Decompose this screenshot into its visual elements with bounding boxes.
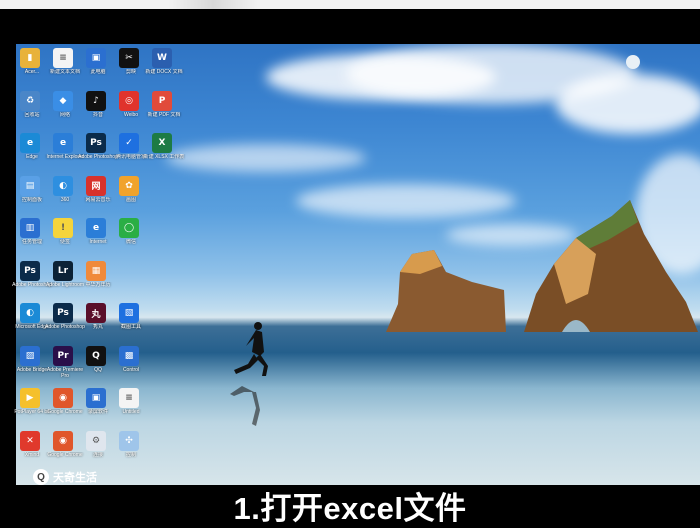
control-panel-icon: ▤ (20, 175, 40, 196)
desktop-icon-label: 新建 XLSX 工作表 (143, 154, 185, 160)
desktop-icon-label: 新建 PDF 文档 (147, 111, 181, 118)
text-file-icon: ≡ (119, 388, 139, 408)
player-icon: ▶ (20, 388, 40, 408)
desktop-icon-label: 新建 DOCX 文档 (145, 69, 183, 75)
wechat-icon: ◯ (119, 218, 139, 238)
desktop-icon[interactable]: ▦ 中华万年历 (76, 259, 120, 301)
douyin-icon: ♪ (86, 90, 106, 111)
edge-icon: ◐ (20, 303, 40, 323)
desktop-icon[interactable]: X 新建 XLSX 工作表 (142, 131, 186, 173)
desktop-icon[interactable]: ✣ 控制 (109, 429, 153, 471)
premiere-icon: Pr (53, 345, 73, 366)
tray-avatar-icon[interactable] (626, 55, 640, 69)
app-icon: ✣ (119, 430, 139, 451)
desktop-icon[interactable]: ≡ Untitled (109, 386, 153, 428)
desktop-icon-label: 画图 (125, 196, 136, 203)
cloud (166, 144, 366, 172)
word-icon: W (152, 48, 172, 68)
monitor-icon: ▥ (20, 218, 40, 238)
desktop-icon[interactable]: ◯ 微信 (109, 216, 153, 258)
network-icon: ◆ (53, 90, 73, 111)
top-sheen (168, 0, 258, 9)
edge-icon: e (20, 133, 40, 153)
weibo-icon: ◎ (119, 90, 139, 111)
snip-icon: ▧ (119, 303, 139, 323)
chrome-icon: ◉ (53, 430, 73, 451)
settings-icon: ▩ (119, 345, 139, 366)
window-top-strip (0, 0, 700, 9)
desktop-icon[interactable]: P 新建 PDF 文档 (142, 89, 186, 131)
search-app-icon: ◐ (53, 175, 73, 196)
desktop-icon-label: Control (122, 366, 140, 373)
document-icon: ≡ (53, 48, 73, 68)
desktop-icon-label: 中华万年历 (85, 281, 111, 288)
capcut-icon: ✂ (119, 48, 139, 68)
cloud (556, 74, 700, 134)
pdf-icon: P (152, 90, 172, 111)
folder-icon: ▮ (20, 48, 40, 68)
security-icon: ✓ (119, 133, 139, 153)
desktop-icon[interactable]: W 新建 DOCX 文档 (142, 46, 186, 88)
recycle-bin-icon: ♻ (20, 90, 40, 111)
desktop-icon[interactable]: ✿ 画图 (109, 174, 153, 216)
qq-icon: Q (86, 345, 106, 366)
paint-icon: ✿ (119, 175, 139, 196)
desktop-icon-label: Untitled (122, 409, 140, 415)
desktop-icon-label: 截图工具 (120, 324, 141, 330)
browser-icon: e (86, 218, 106, 238)
desktop-icon[interactable]: ▧ 截图工具 (109, 301, 153, 343)
step-caption: 1.打开excel文件 (233, 491, 467, 526)
photoshop-icon: Ps (86, 133, 106, 153)
photoshop-icon: Ps (20, 260, 40, 281)
xmind-icon: ✕ (20, 430, 40, 451)
desktop-icon[interactable]: ▩ Control (109, 344, 153, 386)
excel-icon: X (152, 133, 172, 153)
note-icon: ! (53, 218, 73, 238)
runner-silhouette (230, 322, 268, 426)
photoshop-icon: Ps (53, 303, 73, 323)
desktop-icon-label: 微信 (125, 239, 136, 245)
rock-formations (386, 200, 698, 332)
bridge-icon: ▨ (20, 345, 40, 366)
ie-icon: e (53, 133, 73, 153)
music-icon: 网 (86, 175, 106, 196)
recorder-icon: ▣ (86, 388, 106, 408)
desktop-icon-label: 控制 (125, 451, 136, 458)
computer-icon: ▣ (86, 48, 106, 68)
editor-icon: 丸 (86, 303, 106, 323)
chrome-icon: ◉ (53, 388, 73, 408)
gear-icon: ⚙ (86, 430, 106, 451)
lightroom-icon: Lr (53, 260, 73, 281)
calendar-icon: ▦ (86, 260, 106, 281)
